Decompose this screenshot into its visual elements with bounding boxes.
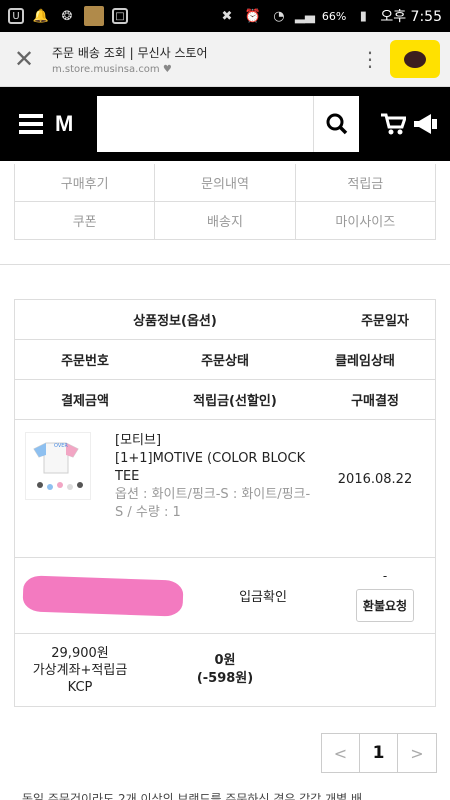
menu-coupons[interactable]: 쿠폰: [15, 202, 156, 240]
signal-icon: ▂▄: [294, 8, 315, 24]
search-icon: [326, 113, 347, 135]
thumbnail-notification-icon: [84, 6, 104, 26]
prev-page-button[interactable]: <: [322, 734, 360, 772]
points-discount: (-598원): [196, 671, 254, 686]
claim-status: -: [382, 569, 388, 583]
order-status-row: 입금확인 - 환불요청: [15, 558, 435, 634]
section-divider: [0, 264, 450, 265]
broom-icon: ❂: [61, 8, 73, 24]
header-row: 주문번호 주문상태 클레임상태: [15, 340, 435, 380]
status-bar: U 🔔 ❂ □ ✖ ⏰ ◔ ▂▄ 66% ▮ 오후 7:55: [0, 0, 450, 32]
brand-logo[interactable]: M: [55, 111, 91, 137]
payment-amount: 29,900원: [51, 645, 109, 661]
page-title: 주문 배송 조회 | 무신사 스토어: [52, 45, 208, 60]
app-notification-icon: U: [8, 8, 24, 24]
product-thumbnail[interactable]: OVER: [25, 432, 91, 500]
more-options-icon[interactable]: ⋮: [360, 49, 380, 69]
menu-address[interactable]: 배송지: [155, 202, 296, 240]
col-order-number: 주문번호: [61, 354, 109, 369]
order-table: 상품정보(옵션) 주문일자 주문번호 주문상태 클레임상태 결제금액 적립금(선…: [14, 299, 436, 707]
col-order-status: 주문상태: [201, 354, 249, 369]
address-block[interactable]: 주문 배송 조회 | 무신사 스토어 m.store.musinsa.com ♥: [52, 44, 360, 75]
menu-inquiries[interactable]: 문의내역: [155, 164, 296, 202]
sim-icon: □: [112, 8, 128, 24]
mypage-menu: 구매후기 문의내역 적립금 쿠폰 배송지 마이사이즈: [14, 164, 436, 240]
tshirt-image: OVER: [33, 442, 83, 490]
svg-text:OVER: OVER: [54, 443, 68, 449]
redacted-order-number: [22, 574, 184, 617]
col-purchase-confirm: 구매결정: [351, 394, 399, 409]
header-row: 결제금액 적립금(선할인) 구매결정: [15, 380, 435, 420]
refund-request-button[interactable]: 환불요청: [355, 589, 415, 622]
col-order-date: 주문일자: [361, 314, 409, 329]
bell-icon: 🔔: [32, 8, 50, 24]
current-page[interactable]: 1: [360, 734, 398, 772]
pagination: < 1 >: [321, 733, 437, 773]
footnote-text: 동일 주문건이라도 2개 이상의 브랜드를 주문하신 경우 각각 개별 배: [22, 792, 363, 800]
page-url: m.store.musinsa.com ♥: [52, 63, 172, 75]
browser-bar: ✕ 주문 배송 조회 | 무신사 스토어 m.store.musinsa.com…: [0, 32, 450, 87]
close-icon[interactable]: ✕: [10, 45, 38, 73]
next-page-button[interactable]: >: [398, 734, 436, 772]
payment-row: 29,900원 가상계좌+적립금 KCP 0원 (-598원): [15, 634, 435, 706]
product-name[interactable]: [1+1]MOTIVE (COLOR BLOCK TEE: [115, 450, 315, 486]
megaphone-icon[interactable]: [412, 112, 438, 136]
product-brand[interactable]: [모티브]: [115, 432, 315, 450]
search-button[interactable]: [313, 96, 359, 152]
col-points: 적립금(선할인): [193, 394, 277, 409]
menu-points[interactable]: 적립금: [295, 164, 436, 202]
search-input[interactable]: [97, 96, 313, 152]
battery-level: 66%: [321, 9, 347, 23]
mute-icon: ✖: [221, 8, 233, 24]
points-amount: 0원: [214, 653, 236, 668]
header-row: 상품정보(옵션) 주문일자: [15, 300, 435, 340]
order-status: 입금확인: [239, 590, 287, 605]
wifi-icon: ◔: [273, 8, 285, 24]
site-header: M: [0, 87, 450, 161]
payment-method: 가상계좌+적립금: [32, 662, 128, 678]
menu-reviews[interactable]: 구매후기: [15, 164, 156, 202]
product-option: 옵션 : 화이트/핑크-S : 화이트/핑크-S / 수량 : 1: [115, 487, 311, 520]
cart-icon[interactable]: [380, 112, 406, 136]
col-product-info: 상품정보(옵션): [133, 314, 217, 329]
col-payment: 결제금액: [61, 394, 109, 409]
clock: 오후 7:55: [380, 9, 442, 25]
lock-icon: ♥: [162, 63, 172, 75]
alarm-icon: ⏰: [244, 8, 261, 24]
battery-icon: ▮: [359, 8, 367, 24]
product-row[interactable]: OVER [모티브] [1+1]MOTIVE (COLOR BLOCK TEE …: [15, 420, 435, 558]
order-date: 2016.08.22: [337, 472, 413, 487]
kakao-button[interactable]: [390, 40, 440, 78]
menu-mysize[interactable]: 마이사이즈: [295, 202, 436, 240]
chat-bubble-icon: [404, 50, 426, 68]
col-claim-status: 클레임상태: [335, 354, 395, 369]
menu-icon[interactable]: [19, 114, 43, 134]
payment-pg: KCP: [67, 679, 93, 695]
